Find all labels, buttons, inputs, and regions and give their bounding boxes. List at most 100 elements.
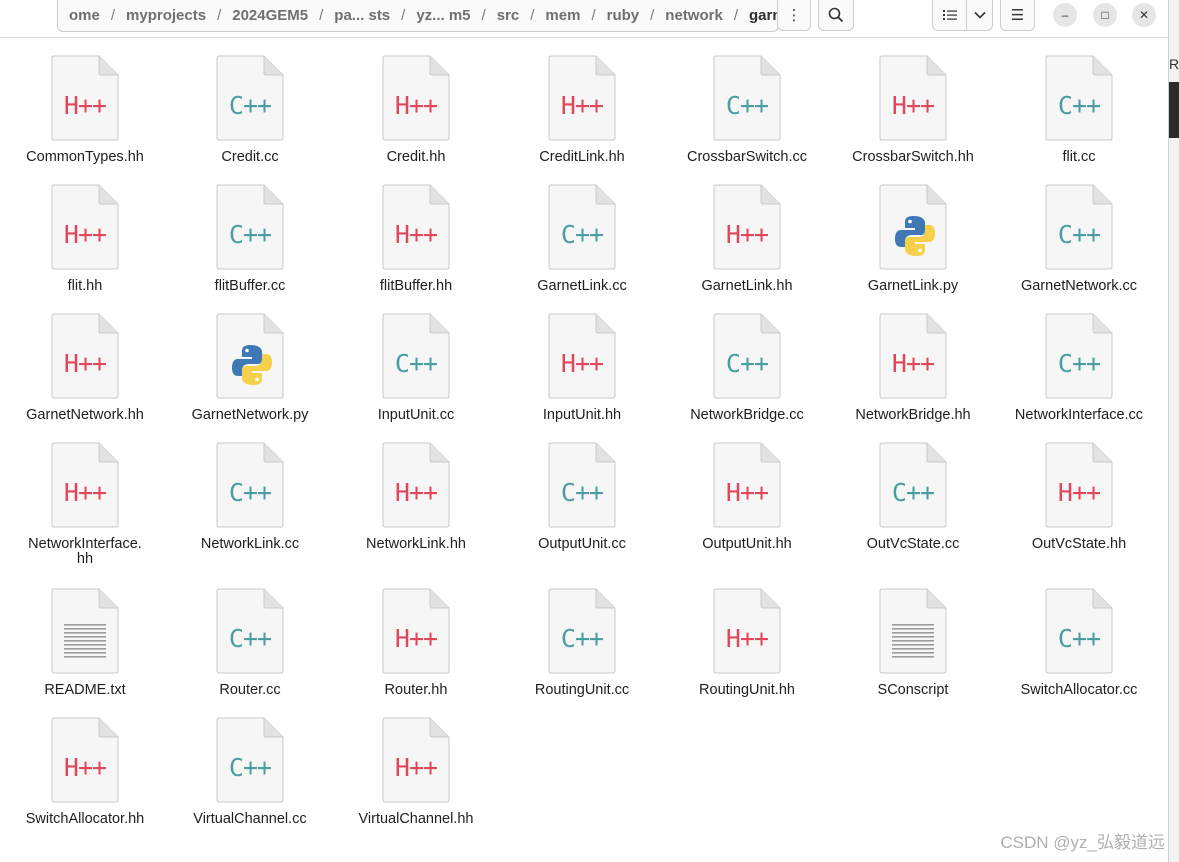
file-type-label: H++ — [560, 349, 604, 378]
cpp-header-file-icon: H++ — [51, 184, 119, 270]
file-item-garnetlink-cc[interactable]: C++ GarnetLink.cc — [499, 184, 665, 294]
file-type-label: C++ — [228, 624, 272, 653]
file-item-outvcstate-hh[interactable]: H++ OutVcState.hh — [996, 442, 1162, 552]
file-item-virtualchannel-cc[interactable]: C++ VirtualChannel.cc — [167, 717, 333, 827]
list-view-button[interactable] — [932, 0, 967, 31]
file-name: SwitchAllocator.cc — [1020, 682, 1138, 698]
breadcrumb-0[interactable]: ome — [58, 7, 111, 24]
file-name: SwitchAllocator.hh — [25, 811, 145, 827]
file-name: GarnetNetwork.cc — [1020, 278, 1138, 294]
file-type-label: C++ — [1057, 220, 1101, 249]
file-type-label: H++ — [394, 220, 438, 249]
file-item-creditlink-hh[interactable]: H++ CreditLink.hh — [499, 55, 665, 165]
cpp-source-file-icon: C++ — [713, 313, 781, 399]
file-item-flit-hh[interactable]: H++ flit.hh — [2, 184, 168, 294]
file-type-label: C++ — [560, 478, 604, 507]
file-grid: H++ CommonTypes.hh C++ Credit.cc H++ Credit.h… — [0, 38, 1168, 862]
breadcrumb-6[interactable]: mem — [534, 7, 591, 24]
cpp-header-file-icon: H++ — [548, 313, 616, 399]
file-name: GarnetLink.hh — [701, 278, 793, 294]
cpp-source-file-icon: C++ — [216, 55, 284, 141]
file-item-readme-txt[interactable]: README.txt — [2, 588, 168, 698]
file-item-outputunit-hh[interactable]: H++ OutputUnit.hh — [664, 442, 830, 552]
file-type-label: C++ — [394, 349, 438, 378]
file-item-garnetlink-hh[interactable]: H++ GarnetLink.hh — [664, 184, 830, 294]
file-item-crossbarswitch-cc[interactable]: C++ CrossbarSwitch.cc — [664, 55, 830, 165]
file-item-networkinterface-hh[interactable]: H++ NetworkInterface. hh — [2, 442, 168, 567]
file-type-label: H++ — [394, 624, 438, 653]
file-name: CreditLink.hh — [539, 149, 625, 165]
breadcrumb-7[interactable]: ruby — [596, 7, 651, 24]
text-file-icon — [51, 588, 119, 674]
file-name: flit.cc — [1062, 149, 1096, 165]
close-icon: ✕ — [1138, 8, 1150, 22]
breadcrumb-3[interactable]: pa... sts — [323, 7, 401, 24]
hamburger-icon: ☰ — [1010, 7, 1025, 24]
file-item-inputunit-hh[interactable]: H++ InputUnit.hh — [499, 313, 665, 423]
file-item-garnetnetwork-hh[interactable]: H++ GarnetNetwork.hh — [2, 313, 168, 423]
file-item-garnetlink-py[interactable]: GarnetLink.py — [830, 184, 996, 294]
maximize-button[interactable]: □ — [1093, 3, 1117, 27]
close-button[interactable]: ✕ — [1132, 3, 1156, 27]
file-type-label: H++ — [725, 624, 769, 653]
file-name: NetworkLink.cc — [200, 536, 300, 552]
file-item-routingunit-cc[interactable]: C++ RoutingUnit.cc — [499, 588, 665, 698]
background-window-dark-panel — [1169, 82, 1179, 138]
file-item-garnetnetwork-py[interactable]: GarnetNetwork.py — [167, 313, 333, 423]
file-item-virtualchannel-hh[interactable]: H++ VirtualChannel.hh — [333, 717, 499, 827]
cpp-header-file-icon: H++ — [879, 55, 947, 141]
minimize-button[interactable]: – — [1053, 3, 1077, 27]
file-name: README.txt — [44, 682, 126, 698]
file-item-networkbridge-cc[interactable]: C++ NetworkBridge.cc — [664, 313, 830, 423]
cpp-header-file-icon: H++ — [1045, 442, 1113, 528]
file-item-switchallocator-hh[interactable]: H++ SwitchAllocator.hh — [2, 717, 168, 827]
file-name: GarnetNetwork.py — [191, 407, 309, 423]
breadcrumb-4[interactable]: yz... m5 — [405, 7, 481, 24]
file-item-credit-hh[interactable]: H++ Credit.hh — [333, 55, 499, 165]
file-item-outvcstate-cc[interactable]: C++ OutVcState.cc — [830, 442, 996, 552]
file-item-flitbuffer-hh[interactable]: H++ flitBuffer.hh — [333, 184, 499, 294]
file-item-networklink-hh[interactable]: H++ NetworkLink.hh — [333, 442, 499, 552]
cpp-source-file-icon: C++ — [548, 588, 616, 674]
file-type-label: C++ — [1057, 349, 1101, 378]
file-item-outputunit-cc[interactable]: C++ OutputUnit.cc — [499, 442, 665, 552]
file-item-routingunit-hh[interactable]: H++ RoutingUnit.hh — [664, 588, 830, 698]
file-item-flitbuffer-cc[interactable]: C++ flitBuffer.cc — [167, 184, 333, 294]
file-item-networkbridge-hh[interactable]: H++ NetworkBridge.hh — [830, 313, 996, 423]
cpp-source-file-icon: C++ — [216, 717, 284, 803]
breadcrumb-2[interactable]: 2024GEM5 — [221, 7, 319, 24]
cpp-source-file-icon: C++ — [382, 313, 450, 399]
python-file-icon — [879, 184, 947, 270]
path-menu-button[interactable]: ⋮ — [777, 0, 811, 31]
file-type-label: C++ — [228, 478, 272, 507]
file-item-sconscript[interactable]: SConscript — [830, 588, 996, 698]
file-item-networkinterface-cc[interactable]: C++ NetworkInterface.cc — [996, 313, 1162, 423]
file-name: Credit.cc — [221, 149, 279, 165]
main-menu-button[interactable]: ☰ — [1000, 0, 1035, 31]
file-item-flit-cc[interactable]: C++ flit.cc — [996, 55, 1162, 165]
file-type-label: H++ — [63, 478, 107, 507]
file-item-router-hh[interactable]: H++ Router.hh — [333, 588, 499, 698]
file-item-inputunit-cc[interactable]: C++ InputUnit.cc — [333, 313, 499, 423]
python-file-icon — [216, 313, 284, 399]
search-icon — [828, 7, 844, 23]
cpp-source-file-icon: C++ — [548, 442, 616, 528]
file-item-credit-cc[interactable]: C++ Credit.cc — [167, 55, 333, 165]
breadcrumb-8[interactable]: network — [654, 7, 734, 24]
cpp-source-file-icon: C++ — [1045, 55, 1113, 141]
breadcrumb-5[interactable]: src — [486, 7, 531, 24]
file-item-router-cc[interactable]: C++ Router.cc — [167, 588, 333, 698]
file-item-crossbarswitch-hh[interactable]: H++ CrossbarSwitch.hh — [830, 55, 996, 165]
file-item-commontypes-hh[interactable]: H++ CommonTypes.hh — [2, 55, 168, 165]
file-item-garnetnetwork-cc[interactable]: C++ GarnetNetwork.cc — [996, 184, 1162, 294]
cpp-header-file-icon: H++ — [382, 588, 450, 674]
file-item-switchallocator-cc[interactable]: C++ SwitchAllocator.cc — [996, 588, 1162, 698]
file-type-label: H++ — [891, 91, 935, 120]
breadcrumb-1[interactable]: myprojects — [115, 7, 217, 24]
file-name: flitBuffer.hh — [379, 278, 453, 294]
file-item-networklink-cc[interactable]: C++ NetworkLink.cc — [167, 442, 333, 552]
search-button[interactable] — [818, 0, 854, 31]
view-options-dropdown[interactable] — [966, 0, 993, 31]
breadcrumb-9[interactable]: garnet — [738, 7, 778, 24]
chevron-down-icon — [973, 11, 986, 19]
